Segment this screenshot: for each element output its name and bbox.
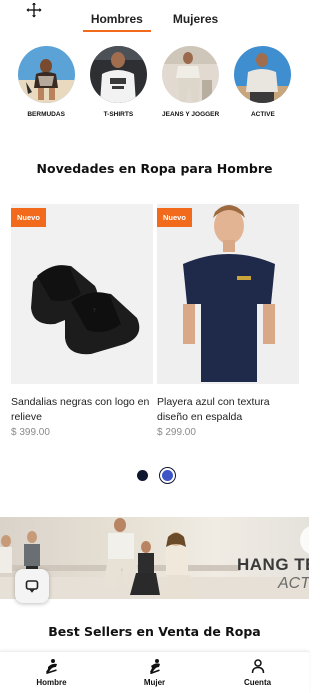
banner-title: HANG TE — [237, 555, 309, 574]
nav-mujer[interactable]: Mujer — [125, 658, 185, 687]
category-jeans-jogger[interactable]: JEANS Y JOGGER — [158, 46, 224, 118]
gender-tabs: Hombres Mujeres — [0, 0, 309, 34]
tab-mujeres[interactable]: Mujeres — [173, 0, 218, 34]
user-icon — [251, 659, 264, 674]
blue-tshirt-photo — [157, 204, 299, 384]
category-bermudas[interactable]: BERMUDAS — [13, 46, 79, 118]
best-sellers-title: Best Sellers en Venta de Ropa — [48, 624, 261, 639]
carousel-dot-1[interactable] — [136, 470, 148, 481]
carousel-dot-2[interactable] — [161, 470, 173, 481]
bottom-nav: Hombre Mujer Cuenta — [0, 651, 309, 693]
active-photo — [234, 46, 292, 103]
category-active[interactable]: ACTIVE — [230, 46, 296, 118]
nav-cuenta[interactable]: Cuenta — [228, 658, 288, 687]
nav-label: Mujer — [143, 678, 166, 687]
nav-label: Cuenta — [243, 678, 272, 687]
product-card[interactable]: Y Nuevo Sandalias negras con logo en rel… — [11, 204, 153, 438]
novedades-title: Novedades en Ropa para Hombre — [36, 161, 273, 176]
product-image[interactable]: Nuevo — [157, 204, 299, 384]
sandals-photo: Y — [11, 204, 153, 384]
jeans-jogger-photo — [162, 46, 220, 103]
new-badge: Nuevo — [157, 208, 192, 227]
chat-button[interactable] — [15, 569, 49, 603]
product-image[interactable]: Y Nuevo — [11, 204, 153, 384]
product-price: $ 299.00 — [157, 427, 196, 438]
nav-label: Hombre — [36, 678, 67, 687]
category-tshirts[interactable]: T-SHIRTS — [85, 46, 151, 118]
product-name[interactable]: Sandalias negras con logo en relieve — [11, 395, 153, 425]
category-label: T-SHIRTS — [103, 111, 134, 118]
women-silhouette-icon — [149, 659, 160, 674]
tshirts-photo — [89, 46, 147, 103]
bermudas-photo — [17, 46, 75, 103]
chat-bubble-icon — [25, 580, 39, 593]
product-name[interactable]: Playera azul con textura diseño en espal… — [157, 395, 299, 425]
new-badge: Nuevo — [11, 208, 46, 227]
nav-hombre[interactable]: Hombre — [22, 658, 82, 687]
category-label: BERMUDAS — [27, 111, 65, 118]
category-list: BERMUDAS T-SHIRTS JEANS Y JOGGER ACTIVE — [0, 46, 309, 118]
carousel-dots — [0, 470, 309, 481]
tab-hombres[interactable]: Hombres — [82, 0, 151, 34]
banner-subtitle: ACTI — [278, 575, 309, 592]
category-label: JEANS Y JOGGER — [162, 111, 220, 118]
product-card[interactable]: Nuevo Playera azul con textura diseño en… — [157, 204, 299, 438]
product-price: $ 399.00 — [11, 427, 50, 438]
men-silhouette-icon — [45, 659, 57, 674]
category-label: ACTIVE — [250, 111, 275, 118]
